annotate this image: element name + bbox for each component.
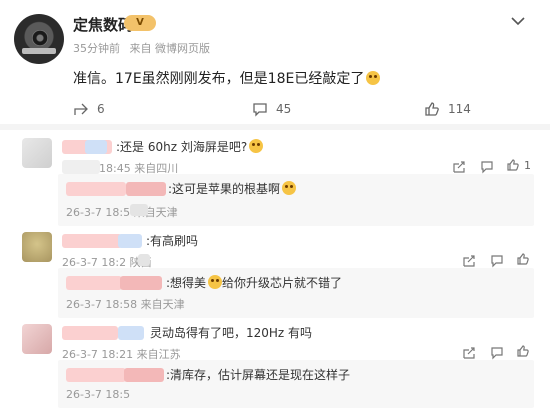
comment-icon — [253, 103, 267, 117]
comment-list: :还是 60hz 刘海屏是吧? 18:45 来自四川 1 :这可是苹果的根基啊 … — [0, 130, 550, 413]
commenter-avatar[interactable] — [22, 324, 52, 354]
like-count: 1 — [524, 159, 531, 172]
commenter-name-blurred[interactable] — [62, 234, 122, 248]
weibo-post: 定焦数码 V 35分钟前 来自 微博网页版 准信。17E虽然刚刚发布，但是18E… — [0, 0, 550, 124]
post-text: 准信。17E虽然刚刚发布，但是18E已经敲定了 — [73, 68, 381, 88]
comment-icon[interactable] — [480, 160, 494, 174]
cat-emoji-icon — [208, 275, 223, 289]
commenter-name-blurred[interactable] — [62, 326, 118, 340]
comment-button[interactable]: 45 — [252, 100, 291, 118]
reply-meta: 26-3-7 18:5 — [66, 388, 131, 401]
reply-box: :清库存，估计屏幕还是现在这样子 26-3-7 18:5 — [58, 360, 534, 408]
cat-emoji-icon — [282, 181, 297, 195]
thumbs-up-icon[interactable] — [506, 158, 520, 172]
share-button[interactable]: 6 — [73, 100, 105, 118]
comment-icon[interactable] — [490, 346, 504, 360]
camera-lens-icon — [32, 30, 48, 46]
comment-icon[interactable] — [490, 254, 504, 268]
share-icon[interactable] — [452, 160, 466, 174]
chevron-down-icon[interactable] — [510, 14, 526, 28]
reply-meta: 26-3-7 18:58 来自天津 — [66, 298, 185, 311]
reply-text: :这可是苹果的根基啊 — [168, 180, 297, 197]
share-icon[interactable] — [462, 254, 476, 268]
thumbs-up-icon[interactable] — [516, 252, 530, 266]
post-source: 来自 微博网页版 — [129, 42, 211, 55]
post-time: 35分钟前 — [73, 42, 120, 55]
commenter-avatar[interactable] — [22, 232, 52, 262]
thumbs-up-icon — [425, 102, 439, 116]
share-count: 6 — [97, 102, 105, 116]
vip-badge: V — [124, 15, 156, 31]
like-count: 114 — [448, 102, 471, 116]
reply-text: :清库存，估计屏幕还是现在这样子 — [166, 368, 351, 382]
commenter-avatar[interactable] — [22, 138, 52, 168]
thumbs-up-icon[interactable] — [516, 344, 530, 358]
author-avatar[interactable] — [14, 14, 64, 64]
cat-emoji-icon — [366, 71, 381, 85]
comment-text: :还是 60hz 刘海屏是吧? — [116, 138, 264, 155]
share-icon[interactable] — [462, 346, 476, 360]
reply-box: :这可是苹果的根基啊 26-3-7 18:5 来自天津 — [58, 174, 534, 226]
post-meta: 35分钟前 来自 微博网页版 — [73, 40, 216, 56]
like-button[interactable]: 114 — [424, 100, 471, 118]
comment-text: :有高刷吗 — [146, 234, 199, 248]
share-icon — [74, 103, 88, 115]
reply-meta: 26-3-7 18:5 来自天津 — [66, 206, 178, 219]
reply-box: :想得美 给你升级芯片就不错了 26-3-7 18:58 来自天津 — [58, 268, 534, 318]
comment-count: 45 — [276, 102, 292, 116]
cat-emoji-icon — [249, 139, 264, 153]
comment-text: 灵动岛得有了吧，120Hz 有吗 — [150, 326, 313, 340]
reply-text: :想得美 给你升级芯片就不错了 — [166, 275, 343, 290]
